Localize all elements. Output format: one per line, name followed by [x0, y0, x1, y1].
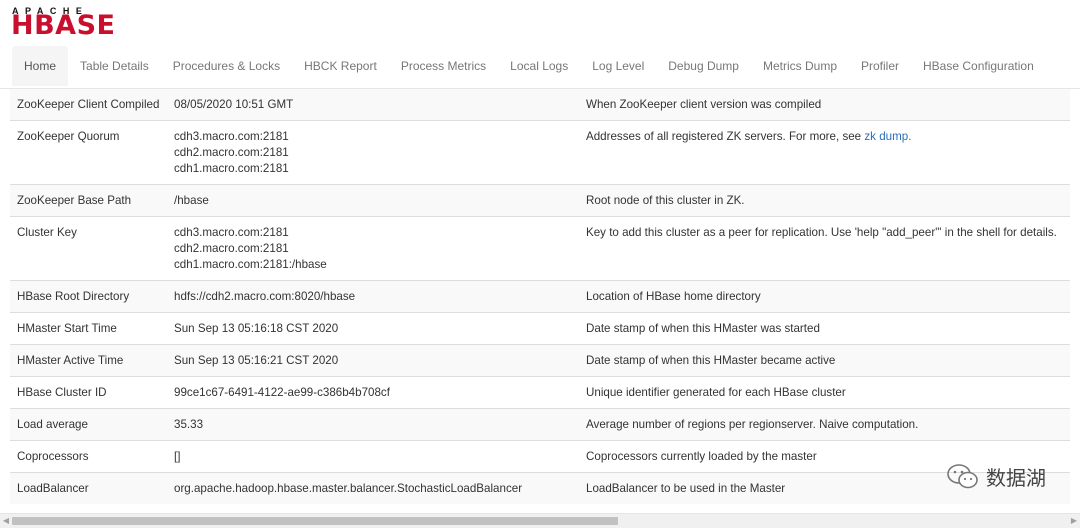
nav-tab-log-level[interactable]: Log Level — [580, 46, 656, 86]
description-text: When ZooKeeper client version was compil… — [586, 98, 822, 111]
attribute-value: Sun Sep 13 05:16:18 CST 2020 — [167, 312, 579, 345]
nav-tab-procedures-locks[interactable]: Procedures & Locks — [161, 46, 292, 86]
nav-tab-profiler[interactable]: Profiler — [849, 46, 911, 86]
description-text: LoadBalancer to be used in the Master — [586, 482, 786, 495]
attribute-value-line: org.apache.hadoop.hbase.master.balancer.… — [174, 482, 523, 495]
attribute-description: When ZooKeeper client version was compil… — [579, 89, 1070, 121]
hbase-logo[interactable]: APACHE HBASE — [11, 6, 122, 41]
attribute-value-line: [] — [174, 450, 181, 463]
attribute-name: ZooKeeper Quorum — [10, 120, 167, 185]
attribute-value-line: cdh1.macro.com:2181 — [174, 162, 289, 175]
table-row: HBase Root Directory hdfs://cdh2.macro.co… — [10, 280, 1070, 313]
attribute-value: cdh3.macro.com:2181 cdh2.macro.com:2181 cd… — [167, 120, 579, 185]
nav-tab-process-metrics[interactable]: Process Metrics — [389, 46, 498, 86]
logo-hbase-text: HBASE — [11, 10, 116, 41]
attribute-value: /hbase — [167, 184, 579, 217]
description-text: Date stamp of when this HMaster was star… — [586, 322, 820, 335]
attribute-value-line: cdh3.macro.com:2181 — [174, 226, 289, 239]
watermark: 数据湖 — [946, 462, 1046, 491]
nav-tab-table-details[interactable]: Table Details — [68, 46, 161, 86]
header: APACHE HBASE Home Table Details Procedures… — [0, 0, 1080, 89]
attribute-value-line: cdh2.macro.com:2181 — [174, 146, 289, 159]
description-text: Key to add this cluster as a peer for re… — [586, 226, 1057, 239]
table-row: LoadBalancer org.apache.hadoop.hbase.mast… — [10, 472, 1070, 504]
nav-tab-metrics-dump[interactable]: Metrics Dump — [751, 46, 849, 86]
attribute-description: Date stamp of when this HMaster was star… — [579, 312, 1070, 345]
attribute-value-line: 99ce1c67-6491-4122-ae99-c386b4b708cf — [174, 386, 390, 399]
table-row: Cluster Key cdh3.macro.com:2181 cdh2.macro… — [10, 216, 1070, 281]
table-row: HBase Cluster ID 99ce1c67-6491-4122-ae99-… — [10, 376, 1070, 409]
attribute-value-line: Sun Sep 13 05:16:21 CST 2020 — [174, 354, 339, 367]
attribute-value-line: 35.33 — [174, 418, 204, 431]
attribute-description: Location of HBase home directory — [579, 280, 1070, 313]
table-row: ZooKeeper Quorum cdh3.macro.com:2181 cdh2.… — [10, 120, 1070, 185]
attribute-name: Cluster Key — [10, 216, 167, 281]
attribute-value-line: /hbase — [174, 194, 209, 207]
attribute-value: 99ce1c67-6491-4122-ae99-c386b4b708cf — [167, 376, 579, 409]
attribute-description: Key to add this cluster as a peer for re… — [579, 216, 1070, 281]
attribute-value-line: cdh3.macro.com:2181 — [174, 130, 289, 143]
main-nav: Home Table Details Procedures & Locks HBCK … — [12, 46, 1046, 86]
nav-tab-hbase-configuration[interactable]: HBase Configuration — [911, 46, 1046, 86]
description-text: Unique identifier generated for each HBa… — [586, 386, 846, 399]
attribute-name: LoadBalancer — [10, 472, 167, 504]
table-row: ZooKeeper Client Compiled 08/05/2020 10:5… — [10, 89, 1070, 121]
table-row: Load average 35.33 Average number of regio… — [10, 408, 1070, 441]
attribute-description: Date stamp of when this HMaster became a… — [579, 344, 1070, 377]
attribute-description: Unique identifier generated for each HBa… — [579, 376, 1070, 409]
attribute-name: HMaster Active Time — [10, 344, 167, 377]
table-row: HMaster Active Time Sun Sep 13 05:16:21 C… — [10, 344, 1070, 377]
attribute-value: [] — [167, 440, 579, 473]
nav-tab-home[interactable]: Home — [12, 46, 69, 86]
attribute-value: 35.33 — [167, 408, 579, 441]
attribute-name: HMaster Start Time — [10, 312, 167, 345]
nav-tab-debug-dump[interactable]: Debug Dump — [656, 46, 751, 86]
attribute-value: cdh3.macro.com:2181 cdh2.macro.com:2181 cd… — [167, 216, 579, 281]
description-text: Location of HBase home directory — [586, 290, 761, 303]
attribute-value-line: 08/05/2020 10:51 GMT — [174, 98, 294, 111]
scroll-right-icon[interactable]: ▶ — [1069, 516, 1079, 526]
scroll-left-icon[interactable]: ◀ — [1, 516, 11, 526]
description-text: Average number of regions per regionserv… — [586, 418, 919, 431]
description-text: Root node of this cluster in ZK. — [586, 194, 745, 207]
attribute-value: 08/05/2020 10:51 GMT — [167, 89, 579, 121]
attribute-description: Addresses of all registered ZK servers. … — [579, 120, 1070, 185]
attribute-value: org.apache.hadoop.hbase.master.balancer.… — [167, 472, 579, 504]
attributes-table-container: ZooKeeper Client Compiled 08/05/2020 10:5… — [10, 89, 1070, 504]
nav-tab-local-logs[interactable]: Local Logs — [498, 46, 580, 86]
table-row: Coprocessors [] Coprocessors currently loa… — [10, 440, 1070, 473]
description-text: Coprocessors currently loaded by the mas… — [586, 450, 817, 463]
attribute-name: ZooKeeper Base Path — [10, 184, 167, 217]
attribute-description: Average number of regions per regionserv… — [579, 408, 1070, 441]
attribute-value: hdfs://cdh2.macro.com:8020/hbase — [167, 280, 579, 313]
attribute-name: HBase Root Directory — [10, 280, 167, 313]
attribute-name: HBase Cluster ID — [10, 376, 167, 409]
description-text: Date stamp of when this HMaster became a… — [586, 354, 836, 367]
attribute-description: Root node of this cluster in ZK. — [579, 184, 1070, 217]
watermark-text: 数据湖 — [986, 466, 1046, 490]
table-row: ZooKeeper Base Path/hbase Root node of th… — [10, 184, 1070, 217]
table-row: HMaster Start Time Sun Sep 13 05:16:18 CS… — [10, 312, 1070, 345]
description-text: Addresses of all registered ZK servers. … — [586, 130, 862, 143]
scrollbar-thumb[interactable] — [12, 517, 618, 525]
attributes-table: ZooKeeper Client Compiled 08/05/2020 10:5… — [10, 89, 1070, 504]
attribute-value-line: hdfs://cdh2.macro.com:8020/hbase — [174, 290, 356, 303]
zk-dump-link[interactable]: zk dump. — [864, 130, 911, 143]
attribute-name: Load average — [10, 408, 167, 441]
attribute-value-line: cdh1.macro.com:2181:/hbase — [174, 258, 327, 271]
horizontal-scrollbar[interactable]: ◀ ▶ — [0, 513, 1080, 528]
attribute-name: Coprocessors — [10, 440, 167, 473]
wechat-icon — [947, 463, 978, 488]
attribute-value-line: cdh2.macro.com:2181 — [174, 242, 289, 255]
nav-tab-hbck-report[interactable]: HBCK Report — [292, 46, 389, 86]
attribute-value: Sun Sep 13 05:16:21 CST 2020 — [167, 344, 579, 377]
attribute-name: ZooKeeper Client Compiled — [10, 89, 167, 121]
attribute-value-line: Sun Sep 13 05:16:18 CST 2020 — [174, 322, 339, 335]
